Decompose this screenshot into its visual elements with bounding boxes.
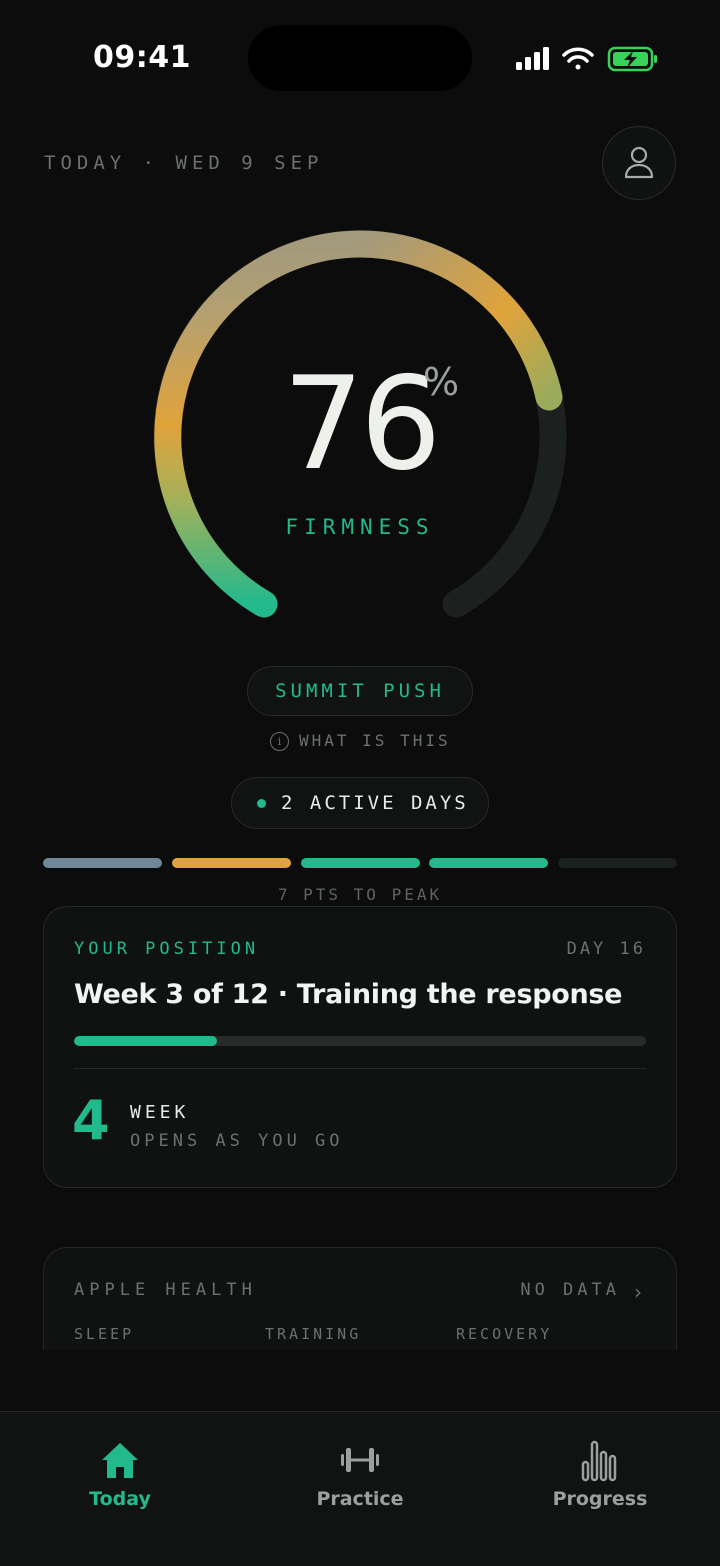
- dumbbell-icon: [341, 1448, 379, 1472]
- scroll-clip: APPLE HEALTH NO DATA › SLEEP TRAINING RE…: [0, 0, 720, 1350]
- health-col-training: TRAINING: [265, 1325, 362, 1343]
- apple-health-card[interactable]: APPLE HEALTH NO DATA › SLEEP TRAINING RE…: [43, 1247, 677, 1350]
- bar-chart-icon: [581, 1440, 617, 1482]
- chevron-right-icon: ›: [634, 1280, 642, 1304]
- home-icon: [102, 1443, 138, 1478]
- tab-practice[interactable]: Practice: [240, 1412, 480, 1522]
- tab-progress[interactable]: Progress: [480, 1412, 720, 1522]
- tab-today-label: Today: [89, 1488, 151, 1510]
- health-col-sleep: SLEEP: [74, 1325, 135, 1343]
- apple-health-heading: APPLE HEALTH: [74, 1280, 257, 1300]
- tab-today[interactable]: Today: [0, 1412, 240, 1522]
- tab-progress-label: Progress: [552, 1488, 648, 1510]
- health-status: NO DATA: [520, 1280, 620, 1300]
- health-col-recovery: RECOVERY: [456, 1325, 553, 1343]
- tab-practice-label: Practice: [316, 1488, 404, 1510]
- tab-bar: Today Practice Progress: [0, 1411, 720, 1566]
